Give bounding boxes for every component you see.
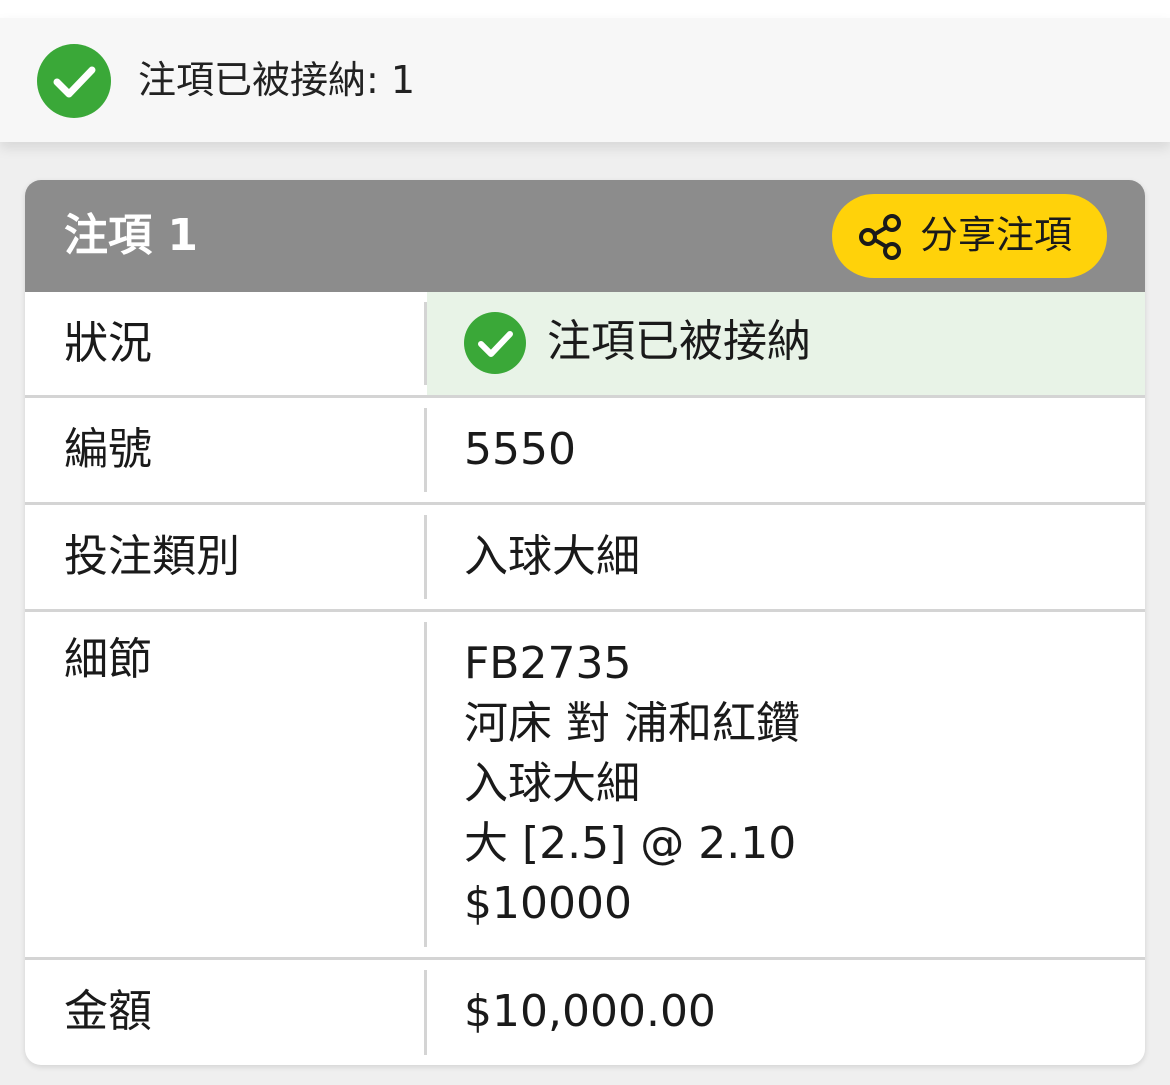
details-match-code: FB2735	[464, 638, 632, 689]
amount-label: 金額	[64, 986, 152, 1037]
acceptance-banner: 注項已被接納: 1	[0, 18, 1170, 142]
details-value: FB2735 河床 對 浦和紅鑽 入球大細 大 [2.5] @ 2.10 $10…	[464, 634, 800, 934]
bet-type-row: 投注類別 入球大細	[25, 505, 1145, 612]
share-icon	[859, 214, 901, 260]
amount-row: 金額 $10,000.00	[25, 960, 1145, 1065]
row-divider	[424, 408, 427, 492]
banner-text: 注項已被接納: 1	[138, 58, 416, 102]
row-divider	[424, 622, 427, 947]
card-title: 注項 1	[64, 210, 198, 261]
row-divider	[424, 970, 427, 1055]
details-stake: $10000	[464, 878, 632, 929]
details-row: 細節 FB2735 河床 對 浦和紅鑽 入球大細 大 [2.5] @ 2.10 …	[25, 612, 1145, 960]
bet-card: 注項 1 分享注項 狀況 注項已被接納 編號 5550 投注類別 入球大細 細節…	[25, 180, 1145, 1065]
bet-type-label: 投注類別	[64, 531, 240, 582]
check-circle-icon	[37, 44, 111, 118]
status-label: 狀況	[64, 318, 152, 369]
amount-value: $10,000.00	[464, 986, 716, 1037]
ref-no-value: 5550	[464, 424, 576, 475]
status-row: 狀況 注項已被接納	[25, 292, 1145, 398]
bet-type-value: 入球大細	[464, 531, 640, 582]
top-strip	[0, 0, 1170, 18]
status-value: 注項已被接納	[547, 316, 811, 367]
details-pool: 入球大細	[464, 758, 640, 809]
details-match-teams: 河床 對 浦和紅鑽	[464, 698, 800, 749]
details-selection-odds: 大 [2.5] @ 2.10	[464, 818, 797, 869]
details-label: 細節	[64, 634, 152, 685]
row-divider	[424, 302, 427, 385]
row-divider	[424, 515, 427, 599]
card-header: 注項 1 分享注項	[25, 180, 1145, 292]
share-bet-label: 分享注項	[920, 213, 1073, 257]
share-bet-button[interactable]: 分享注項	[832, 194, 1107, 278]
ref-no-row: 編號 5550	[25, 398, 1145, 505]
check-circle-icon	[464, 312, 526, 374]
ref-no-label: 編號	[64, 424, 152, 475]
status-cell: 注項已被接納	[427, 292, 1145, 395]
